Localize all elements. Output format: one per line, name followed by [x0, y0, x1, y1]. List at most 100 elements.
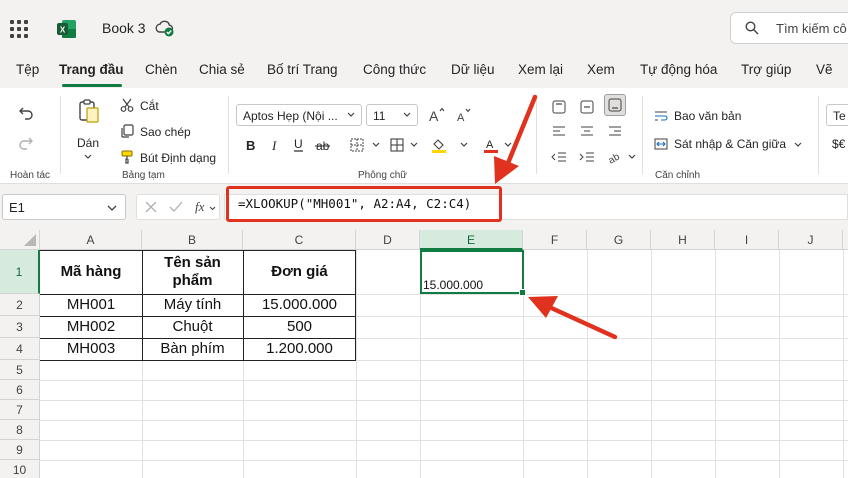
workbook-title[interactable]: Book 3: [102, 20, 146, 36]
align-left-button[interactable]: [548, 120, 570, 142]
tab-page-layout[interactable]: Bố trí Trang: [267, 62, 338, 77]
tab-file[interactable]: Tệp: [16, 62, 39, 77]
copy-button[interactable]: Sao chép: [140, 125, 191, 139]
tab-help[interactable]: Trợ giúp: [741, 62, 791, 77]
align-right-button[interactable]: [604, 120, 626, 142]
italic-button[interactable]: I: [264, 134, 286, 156]
font-color-dropdown-chevron-icon[interactable]: [504, 142, 512, 148]
cell-b4[interactable]: Bàn phím: [142, 338, 243, 360]
format-painter-icon[interactable]: [120, 150, 134, 164]
number-format-select[interactable]: Te: [826, 104, 848, 126]
row-header-4[interactable]: 4: [0, 338, 40, 360]
worksheet-grid[interactable]: A B C D E F G H I J 1 2 3 4 5 6 7 8 9 10…: [0, 230, 848, 478]
borders-button[interactable]: [346, 134, 368, 156]
search-box[interactable]: Tìm kiếm cô: [730, 12, 848, 44]
column-header-h[interactable]: H: [651, 230, 715, 250]
row-header-8[interactable]: 8: [0, 420, 40, 440]
align-middle-button[interactable]: [576, 96, 598, 118]
insert-function-button[interactable]: fx: [195, 199, 204, 215]
bold-button[interactable]: B: [240, 134, 262, 156]
orientation-dropdown-chevron-icon[interactable]: [628, 154, 636, 160]
borders-dropdown-chevron-icon[interactable]: [372, 142, 380, 148]
column-header-a[interactable]: A: [40, 230, 142, 250]
app-launcher-icon[interactable]: [10, 20, 28, 38]
cell-c3[interactable]: 500: [243, 316, 356, 338]
row-header-2[interactable]: 2: [0, 294, 40, 316]
cell-b1[interactable]: Tên sản phẩm: [152, 250, 233, 294]
wrap-text-button[interactable]: Bao văn bản: [674, 109, 741, 123]
redo-icon[interactable]: [18, 136, 34, 150]
name-box[interactable]: E1: [2, 194, 126, 220]
cell-a4[interactable]: MH003: [40, 338, 142, 360]
tab-formulas[interactable]: Công thức: [363, 62, 426, 77]
row-header-6[interactable]: 6: [0, 380, 40, 400]
enter-check-icon[interactable]: [169, 201, 183, 213]
select-all-button[interactable]: [0, 230, 40, 250]
cell-a3[interactable]: MH002: [40, 316, 142, 338]
column-header-e[interactable]: E: [420, 230, 523, 250]
paste-button[interactable]: Dán: [77, 136, 99, 150]
fill-color-dropdown-chevron-icon[interactable]: [460, 142, 468, 148]
underline-button[interactable]: U: [288, 134, 310, 156]
tab-share[interactable]: Chia sẻ: [199, 62, 245, 77]
tab-automate[interactable]: Tự động hóa: [640, 62, 717, 77]
cell-c4[interactable]: 1.200.000: [243, 338, 356, 360]
cancel-icon[interactable]: [145, 201, 157, 213]
undo-icon[interactable]: [18, 106, 34, 120]
align-top-button[interactable]: [548, 96, 570, 118]
merge-dropdown-chevron-icon[interactable]: [794, 142, 802, 148]
tab-insert[interactable]: Chèn: [145, 62, 177, 77]
row-header-9[interactable]: 9: [0, 440, 40, 460]
column-header-f[interactable]: F: [523, 230, 587, 250]
cell-b3[interactable]: Chuột: [142, 316, 243, 338]
row-header-1[interactable]: 1: [0, 250, 40, 294]
align-bottom-button[interactable]: [604, 94, 626, 116]
copy-icon[interactable]: [120, 124, 134, 138]
wrap-text-icon[interactable]: [654, 110, 668, 122]
decrease-indent-button[interactable]: [548, 146, 570, 168]
border-style-button[interactable]: [386, 134, 408, 156]
cell-a2[interactable]: MH001: [40, 294, 142, 316]
fill-color-button[interactable]: [428, 134, 450, 156]
tab-view[interactable]: Xem: [587, 62, 615, 77]
column-header-c[interactable]: C: [243, 230, 356, 250]
increase-indent-button[interactable]: [576, 146, 598, 168]
cell-a1[interactable]: Mã hàng: [40, 250, 142, 294]
font-name-select[interactable]: Aptos Hẹp (Nội ...: [236, 104, 362, 126]
cell-b2[interactable]: Máy tính: [142, 294, 243, 316]
column-header-d[interactable]: D: [356, 230, 420, 250]
font-size-select[interactable]: 11: [366, 104, 418, 126]
row-header-10[interactable]: 10: [0, 460, 40, 478]
paste-dropdown-chevron-icon[interactable]: [84, 154, 92, 160]
cut-button[interactable]: Cắt: [140, 99, 159, 113]
column-header-b[interactable]: B: [142, 230, 243, 250]
column-header-j[interactable]: J: [779, 230, 843, 250]
tab-data[interactable]: Dữ liệu: [451, 62, 495, 77]
column-header-g[interactable]: G: [587, 230, 651, 250]
currency-format-button[interactable]: $€: [832, 137, 845, 151]
merge-center-button[interactable]: Sát nhập & Căn giữa: [674, 137, 786, 151]
row-header-5[interactable]: 5: [0, 360, 40, 380]
paste-icon[interactable]: [78, 98, 100, 124]
tab-draw[interactable]: Vẽ: [816, 62, 833, 77]
column-header-i[interactable]: I: [715, 230, 779, 250]
tab-review[interactable]: Xem lại: [518, 62, 563, 77]
row-header-7[interactable]: 7: [0, 400, 40, 420]
strikethrough-button[interactable]: ab: [312, 134, 334, 156]
orientation-button[interactable]: ab: [604, 146, 626, 168]
cut-icon[interactable]: [120, 98, 134, 112]
row-header-3[interactable]: 3: [0, 316, 40, 338]
cloud-saved-icon[interactable]: [154, 18, 176, 38]
align-center-button[interactable]: [576, 120, 598, 142]
cell-c1[interactable]: Đơn giá: [243, 250, 356, 294]
font-color-button[interactable]: A: [480, 134, 502, 156]
tab-home[interactable]: Trang đầu: [59, 62, 124, 77]
decrease-font-size-button[interactable]: A: [453, 104, 475, 126]
fill-handle[interactable]: [519, 289, 526, 296]
border-style-dropdown-chevron-icon[interactable]: [410, 142, 418, 148]
format-painter-button[interactable]: Bút Định dạng: [140, 151, 216, 165]
cell-c2[interactable]: 15.000.000: [243, 294, 356, 316]
merge-center-icon[interactable]: [654, 138, 668, 150]
column-header-k[interactable]: [843, 230, 848, 250]
increase-font-size-button[interactable]: A: [426, 104, 448, 126]
